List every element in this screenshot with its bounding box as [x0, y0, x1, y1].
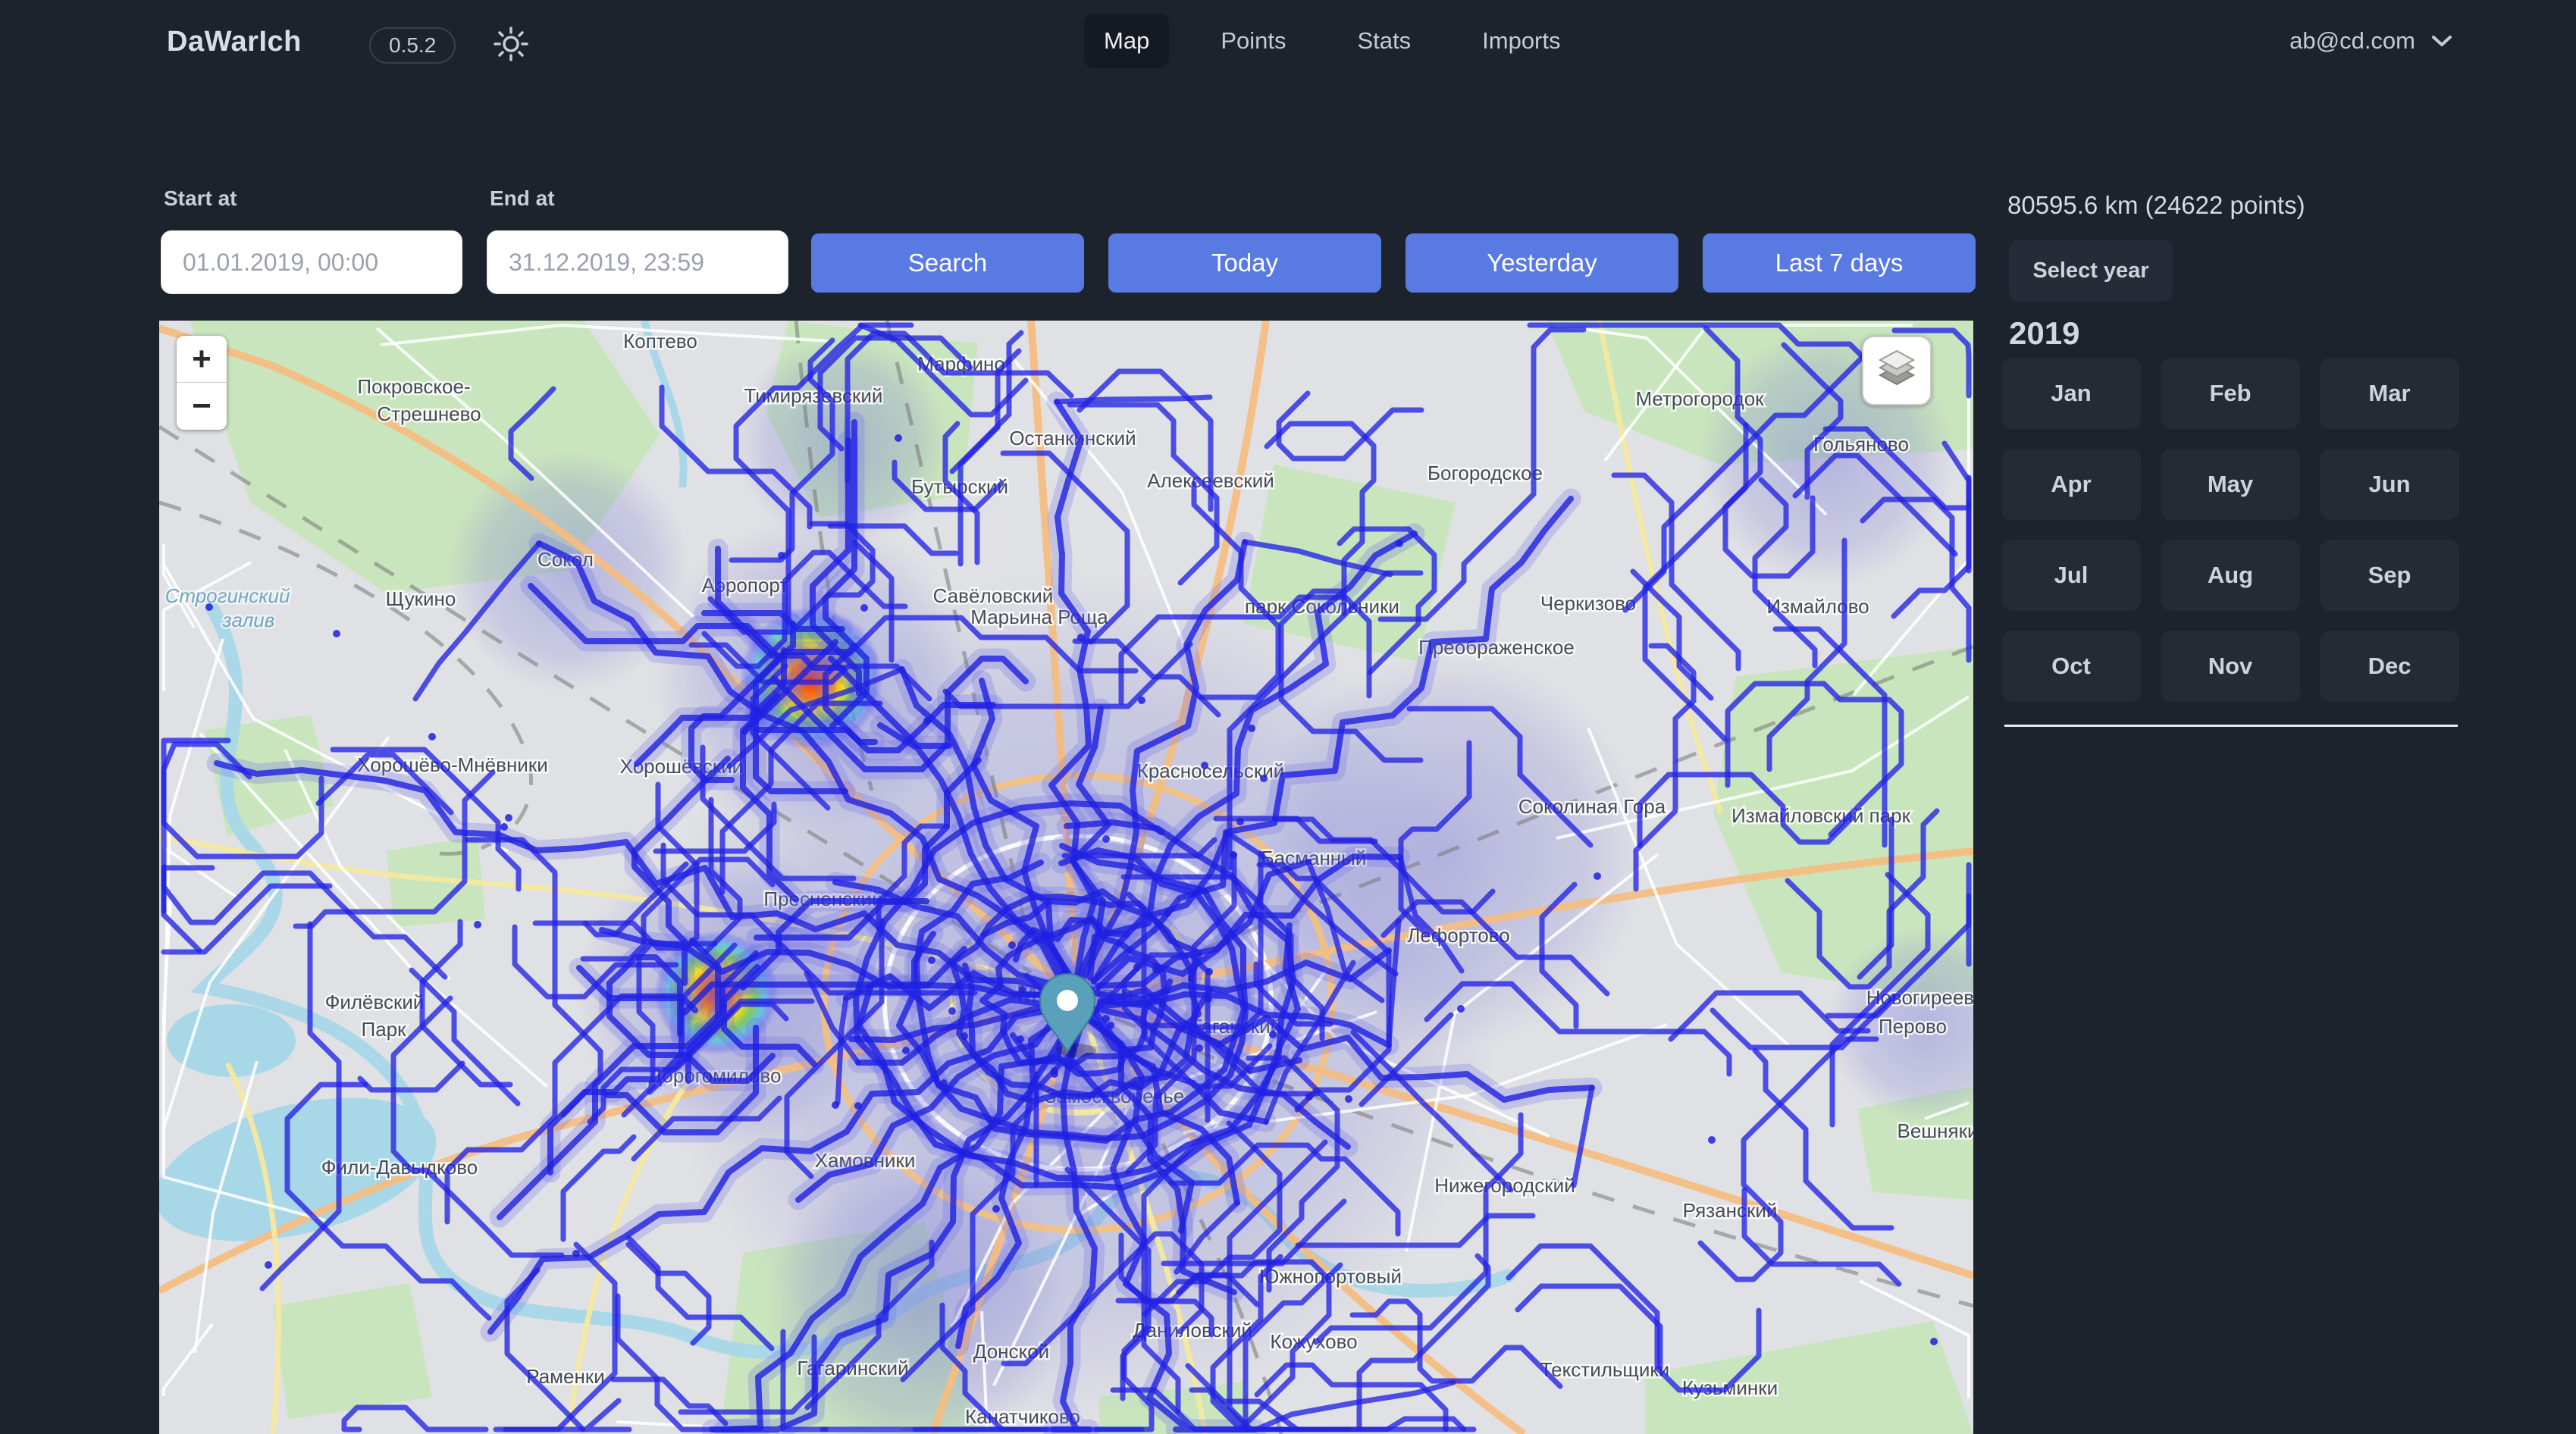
search-button[interactable]: Search	[811, 233, 1084, 293]
version-badge: 0.5.2	[369, 27, 456, 64]
select-year-button[interactable]: Select year	[2009, 240, 2173, 302]
sidebar-divider	[2004, 725, 2458, 727]
month-grid: Jan Feb Mar Apr May Jun Jul Aug Sep Oct Nov Dec	[2001, 358, 2459, 702]
month-mar[interactable]: Mar	[2320, 358, 2459, 429]
filter-buttons: Search Today Yesterday Last 7 days	[811, 233, 1976, 293]
start-at-label: Start at	[164, 186, 237, 211]
month-nov[interactable]: Nov	[2161, 631, 2300, 702]
user-email: ab@cd.com	[2289, 27, 2415, 55]
year-heading: 2019	[2009, 315, 2079, 352]
distance-summary: 80595.6 km (24622 points)	[2007, 191, 2305, 220]
app-window: DaWarIch 0.5.2 Map Points Stats Imports ab@…	[0, 0, 2576, 1434]
svg-text:залив: залив	[222, 609, 275, 631]
month-jun[interactable]: Jun	[2320, 449, 2459, 520]
month-may[interactable]: May	[2161, 449, 2300, 520]
svg-text:Черкизово: Черкизово	[1540, 592, 1636, 615]
tab-map[interactable]: Map	[1084, 14, 1169, 68]
last-7-days-button[interactable]: Last 7 days	[1703, 233, 1976, 293]
zoom-out-button[interactable]: −	[177, 383, 227, 430]
svg-text:Савёловский: Савёловский	[933, 584, 1054, 607]
month-feb[interactable]: Feb	[2161, 358, 2300, 429]
svg-text:Щукино: Щукино	[386, 587, 456, 610]
svg-text:Текстильщики: Текстильщики	[1540, 1358, 1670, 1381]
svg-text:Строгинский: Строгинский	[165, 584, 290, 607]
user-menu[interactable]: ab@cd.com	[2289, 27, 2453, 55]
svg-text:Перово: Перово	[1879, 1015, 1947, 1038]
map-zoom-control: + −	[177, 336, 227, 430]
yesterday-button[interactable]: Yesterday	[1406, 233, 1678, 293]
layers-icon	[1872, 346, 1921, 395]
sun-icon	[491, 24, 531, 64]
tab-points[interactable]: Points	[1201, 14, 1305, 68]
tab-imports[interactable]: Imports	[1462, 14, 1580, 68]
svg-text:Вешняки: Вешняки	[1898, 1119, 1974, 1142]
month-jul[interactable]: Jul	[2001, 540, 2141, 611]
month-jan[interactable]: Jan	[2001, 358, 2141, 429]
svg-text:Парк: Парк	[362, 1018, 407, 1041]
svg-text:Гольяново: Гольяново	[1813, 433, 1909, 456]
app-logo[interactable]: DaWarIch	[167, 26, 302, 58]
svg-text:Стрешнево: Стрешнево	[377, 402, 481, 425]
main-nav: Map Points Stats Imports	[1084, 14, 1581, 68]
tab-stats[interactable]: Stats	[1337, 14, 1431, 68]
today-button[interactable]: Today	[1108, 233, 1381, 293]
svg-text:Коптево: Коптево	[623, 330, 697, 352]
svg-text:Филёвский: Филёвский	[325, 991, 425, 1013]
zoom-in-button[interactable]: +	[177, 336, 227, 383]
theme-toggle-sun-icon[interactable]	[491, 24, 531, 64]
month-aug[interactable]: Aug	[2161, 540, 2300, 611]
month-sep[interactable]: Sep	[2320, 540, 2459, 611]
end-at-input[interactable]	[487, 230, 788, 294]
month-apr[interactable]: Apr	[2001, 449, 2141, 520]
map[interactable]: МоскваКоптевоПокровское-СтрешневоТимиряз…	[159, 321, 1973, 1434]
start-at-input[interactable]	[161, 230, 462, 294]
chevron-down-icon	[2430, 33, 2453, 49]
svg-text:Богородское: Богородское	[1427, 462, 1543, 484]
layers-control[interactable]	[1862, 336, 1932, 405]
month-oct[interactable]: Oct	[2001, 631, 2141, 702]
svg-text:Покровское-: Покровское-	[357, 375, 470, 398]
map-canvas: МоскваКоптевоПокровское-СтрешневоТимиряз…	[159, 321, 1973, 1434]
month-dec[interactable]: Dec	[2320, 631, 2459, 702]
end-at-label: End at	[490, 186, 555, 211]
svg-text:Метрогородок: Метрогородок	[1635, 387, 1764, 410]
